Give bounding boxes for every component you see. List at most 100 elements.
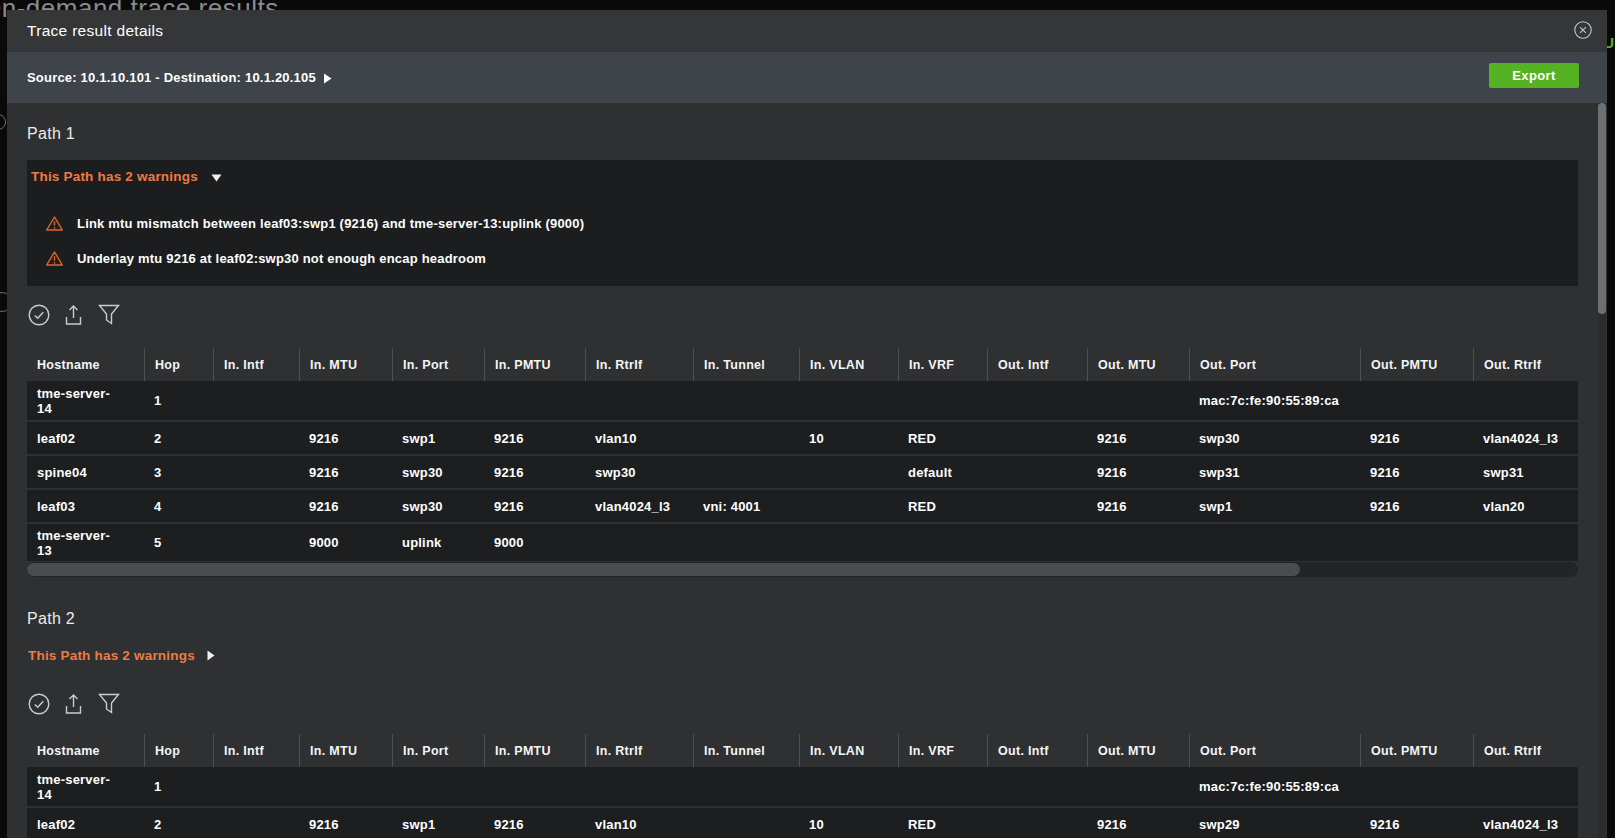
column-header[interactable]: In. Port <box>392 734 484 767</box>
column-header[interactable]: In. Tunnel <box>693 348 799 381</box>
column-header[interactable]: Out. Intf <box>987 734 1087 767</box>
table-cell: RED <box>898 806 987 838</box>
table-row[interactable]: tme-server-141mac:7c:fe:90:55:89:ca <box>27 381 1578 420</box>
export-button[interactable]: Export <box>1489 63 1579 88</box>
warning-item: Underlay mtu 9216 at leaf02:swp30 not en… <box>45 241 584 276</box>
column-header[interactable]: Hostname <box>27 348 144 381</box>
column-header[interactable]: Out. PMTU <box>1360 348 1473 381</box>
table-cell: swp29 <box>1189 806 1360 838</box>
column-header[interactable]: Out. MTU <box>1087 348 1189 381</box>
table-row[interactable]: leaf0349216swp309216vlan4024_l3vni: 4001… <box>27 488 1578 522</box>
table-cell <box>799 767 898 806</box>
select-columns-icon[interactable] <box>28 693 50 715</box>
column-header[interactable]: Hop <box>144 348 213 381</box>
column-header[interactable]: In. VLAN <box>799 348 898 381</box>
table-row[interactable]: tme-server-141mac:7c:fe:90:55:89:ca <box>27 767 1578 806</box>
warnings-list: Link mtu mismatch between leaf03:swp1 (9… <box>45 206 584 276</box>
table-cell: 10 <box>799 806 898 838</box>
table-cell: uplink <box>392 522 484 561</box>
table-cell <box>1473 381 1578 420</box>
path-1-table: HostnameHopIn. IntfIn. MTUIn. PortIn. PM… <box>27 348 1578 561</box>
modal-body: Path 1 This Path has 2 warnings Link mtu… <box>7 103 1607 838</box>
column-header[interactable]: In. RtrIf <box>585 348 693 381</box>
table-cell <box>799 454 898 488</box>
column-header[interactable]: Hop <box>144 734 213 767</box>
caret-right-icon <box>207 650 215 661</box>
column-header[interactable]: Out. Port <box>1189 734 1360 767</box>
table-cell: 9216 <box>484 806 585 838</box>
table-cell <box>693 806 799 838</box>
select-columns-icon[interactable] <box>28 304 50 326</box>
table-cell <box>1087 767 1189 806</box>
column-header[interactable]: In. Intf <box>213 348 299 381</box>
table-cell <box>299 767 392 806</box>
column-header[interactable]: Out. Intf <box>987 348 1087 381</box>
table-cell: RED <box>898 488 987 522</box>
column-header[interactable]: Out. PMTU <box>1360 734 1473 767</box>
expand-caret-icon[interactable] <box>323 73 332 84</box>
path-1-warnings-toggle[interactable]: This Path has 2 warnings <box>31 169 222 184</box>
scrollbar-thumb[interactable] <box>1598 103 1606 314</box>
table-cell <box>987 381 1087 420</box>
column-header[interactable]: Out. MTU <box>1087 734 1189 767</box>
table-cell: swp30 <box>585 454 693 488</box>
column-header[interactable]: In. RtrIf <box>585 734 693 767</box>
table-cell: 4 <box>144 488 213 522</box>
table-cell: vni: 4001 <box>693 488 799 522</box>
table-row[interactable]: tme-server-1359000uplink9000 <box>27 522 1578 561</box>
filter-icon[interactable] <box>98 693 120 715</box>
table-cell <box>987 806 1087 838</box>
background-icon-fragment <box>0 114 6 130</box>
filter-icon[interactable] <box>98 304 120 326</box>
table-cell: tme-server-13 <box>27 522 144 561</box>
scrollbar-thumb[interactable] <box>27 563 1300 576</box>
modal-vertical-scrollbar[interactable] <box>1598 103 1606 838</box>
column-header[interactable]: In. Port <box>392 348 484 381</box>
table-cell <box>987 767 1087 806</box>
caret-down-icon <box>211 174 222 182</box>
column-header[interactable]: In. Intf <box>213 734 299 767</box>
column-header[interactable]: In. VLAN <box>799 734 898 767</box>
column-header[interactable]: In. PMTU <box>484 348 585 381</box>
table-cell: 9216 <box>1087 420 1189 454</box>
table-cell <box>585 767 693 806</box>
close-icon[interactable] <box>1574 21 1592 39</box>
table-cell <box>484 767 585 806</box>
path-1-horizontal-scrollbar[interactable] <box>27 562 1578 577</box>
table-row[interactable]: spine0439216swp309216swp30default9216swp… <box>27 454 1578 488</box>
table-cell: 9216 <box>299 454 392 488</box>
table-cell <box>213 381 299 420</box>
upload-export-icon[interactable] <box>65 304 82 326</box>
column-header[interactable]: In. VRF <box>898 734 987 767</box>
table-row[interactable]: leaf0229216swp19216vlan1010RED9216swp309… <box>27 420 1578 454</box>
table-cell: 9216 <box>484 420 585 454</box>
upload-export-icon[interactable] <box>65 693 82 715</box>
table-cell <box>799 522 898 561</box>
table-cell <box>484 381 585 420</box>
table-cell <box>987 454 1087 488</box>
column-header[interactable]: In. MTU <box>299 348 392 381</box>
column-header[interactable]: Out. RtrIf <box>1473 734 1578 767</box>
column-header[interactable]: In. MTU <box>299 734 392 767</box>
warnings-summary-label: This Path has 2 warnings <box>31 169 198 184</box>
column-header[interactable]: Hostname <box>27 734 144 767</box>
path-2-heading: Path 2 <box>27 610 75 628</box>
column-header[interactable]: In. PMTU <box>484 734 585 767</box>
table-cell: 9216 <box>484 488 585 522</box>
table-cell: 1 <box>144 381 213 420</box>
column-header[interactable]: Out. RtrIf <box>1473 348 1578 381</box>
table-cell <box>213 488 299 522</box>
warning-triangle-icon <box>45 215 64 232</box>
column-header[interactable]: Out. Port <box>1189 348 1360 381</box>
path-2-warnings-toggle[interactable]: This Path has 2 warnings <box>28 648 215 663</box>
table-cell <box>693 420 799 454</box>
column-header[interactable]: In. VRF <box>898 348 987 381</box>
table-cell <box>987 420 1087 454</box>
table-cell <box>213 420 299 454</box>
table-header-row: HostnameHopIn. IntfIn. MTUIn. PortIn. PM… <box>27 348 1578 381</box>
table-cell <box>213 806 299 838</box>
table-row[interactable]: leaf0229216swp19216vlan1010RED9216swp299… <box>27 806 1578 838</box>
column-header[interactable]: In. Tunnel <box>693 734 799 767</box>
table-cell <box>987 522 1087 561</box>
table-cell: 9216 <box>484 454 585 488</box>
